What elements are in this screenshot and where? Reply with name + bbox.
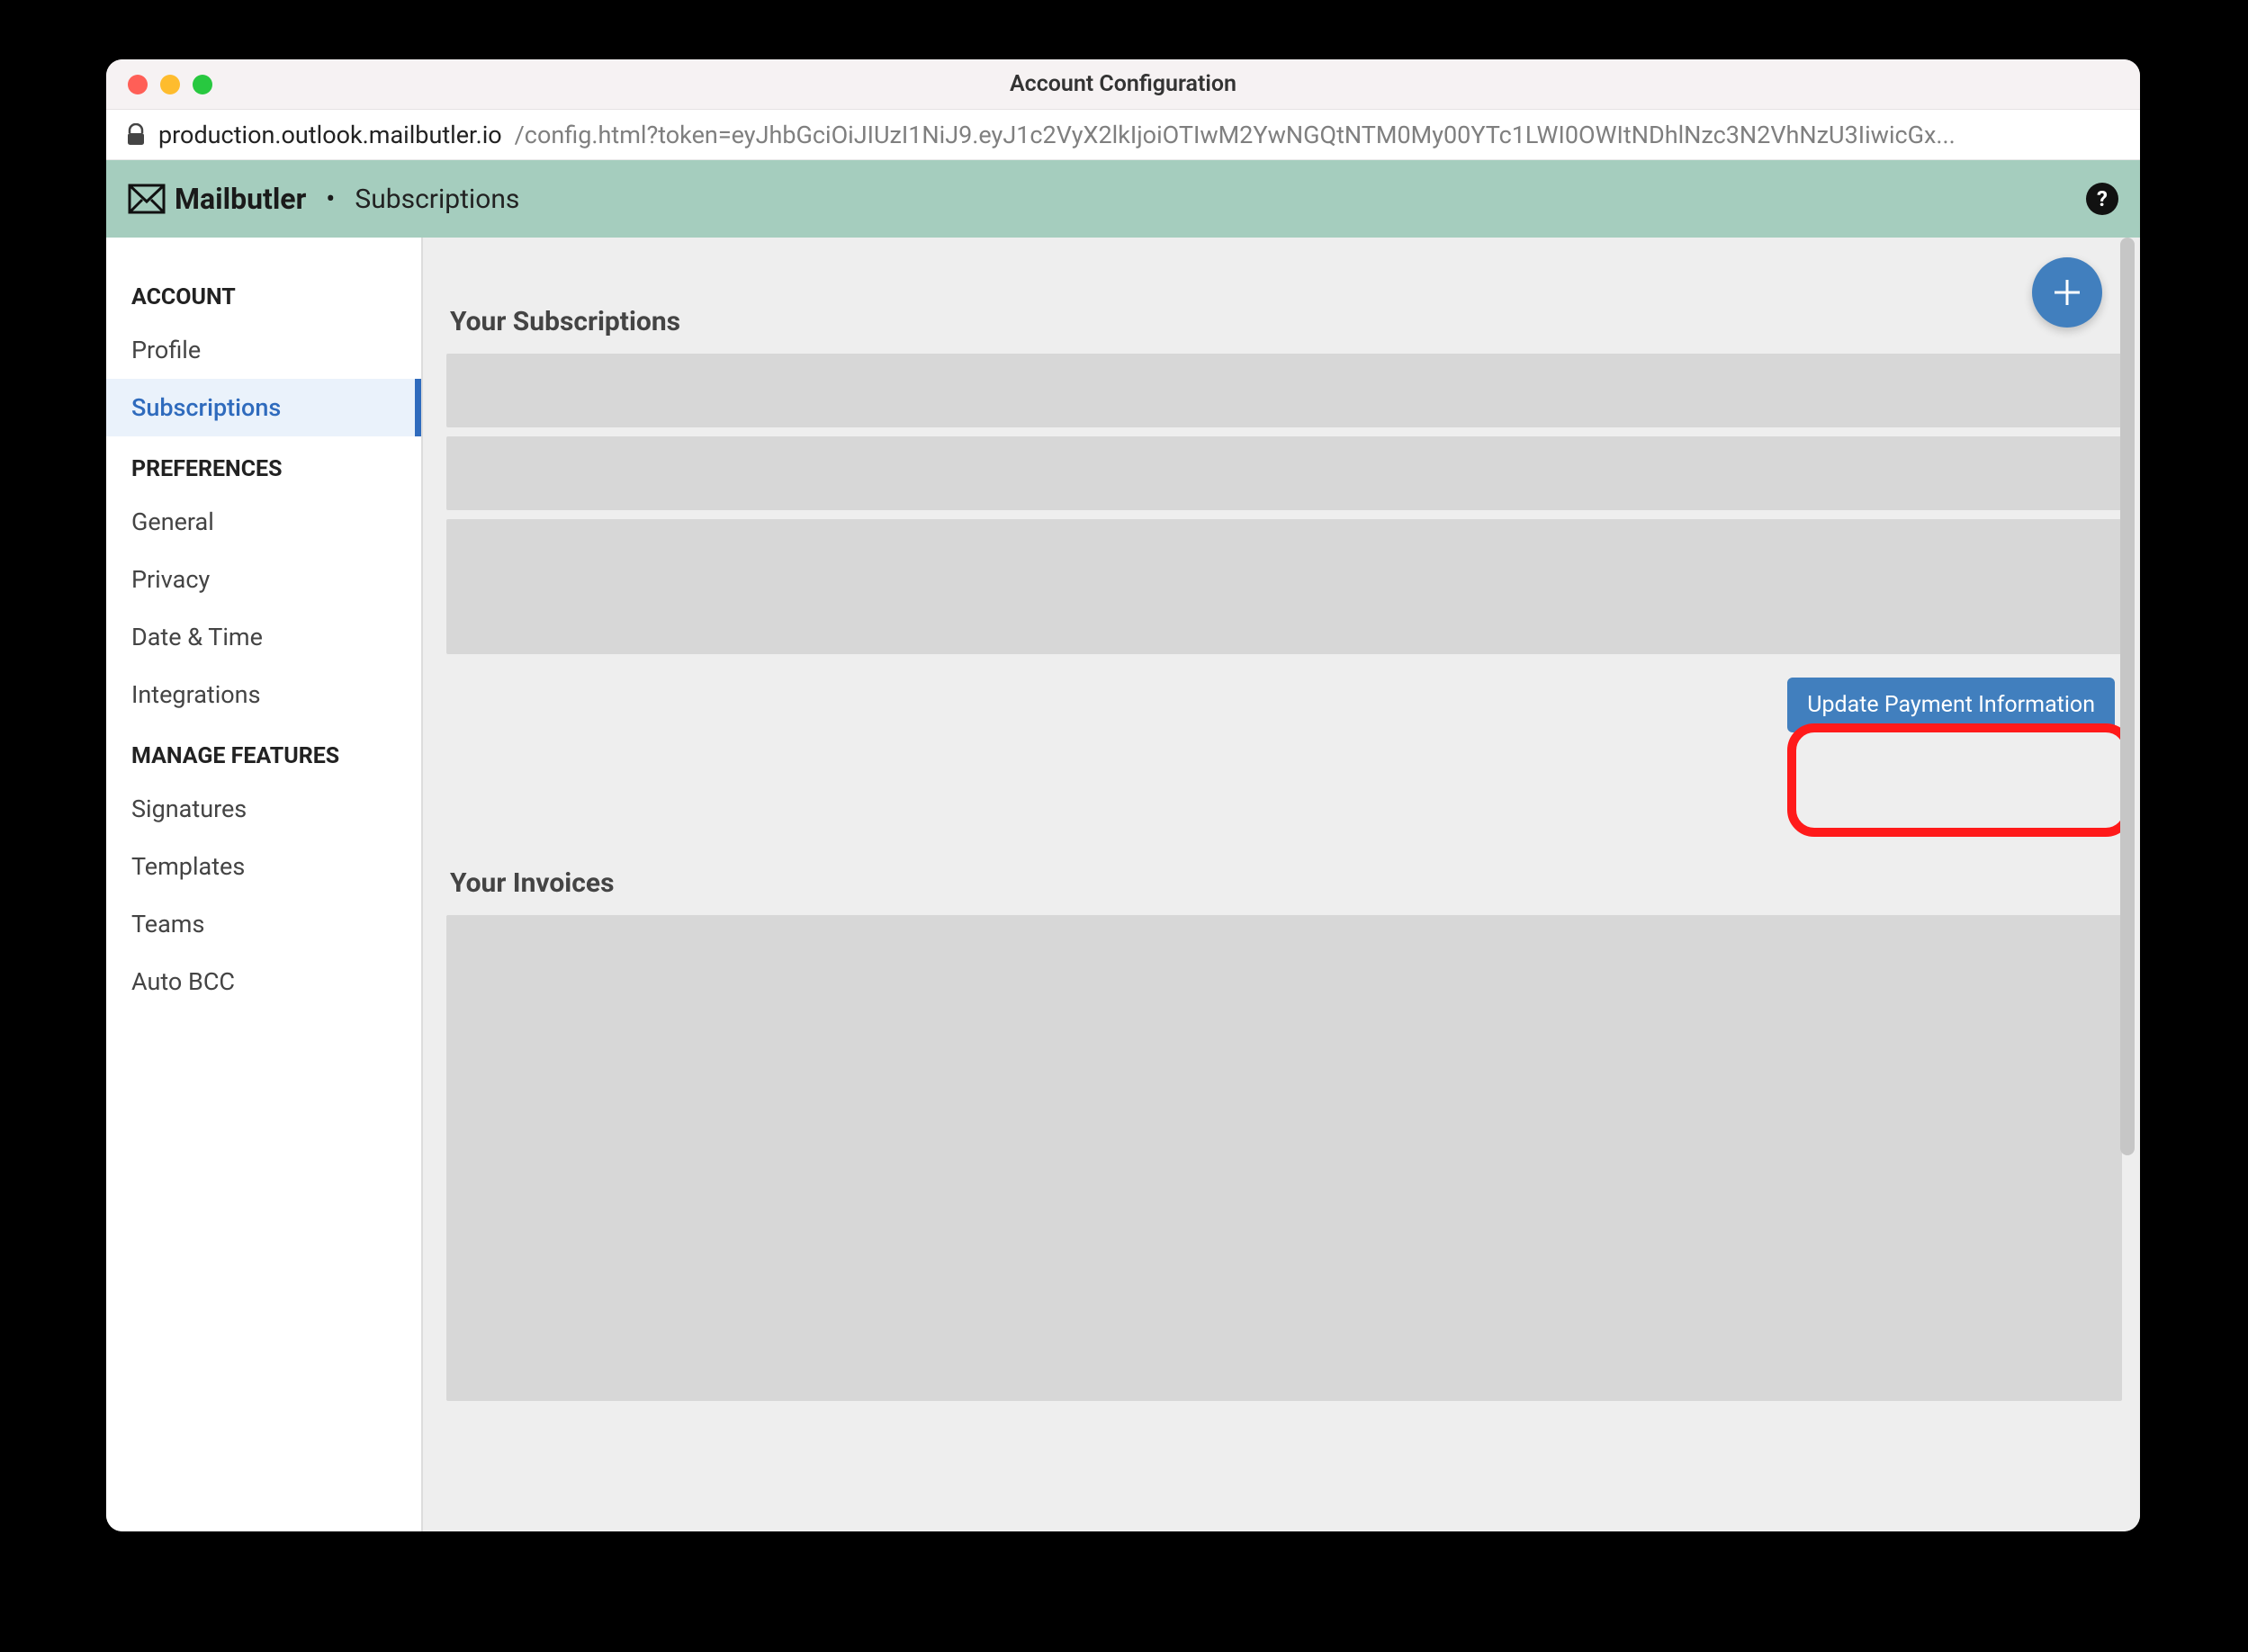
window-controls <box>106 75 212 94</box>
subscription-row-placeholder <box>446 436 2122 510</box>
url-host: production.outlook.mailbutler.io <box>158 121 502 149</box>
window-zoom-button[interactable] <box>193 75 212 94</box>
brand-bar: Mailbutler • Subscriptions ? <box>106 160 2140 238</box>
window-title: Account Configuration <box>106 71 2140 97</box>
sidebar-item-teams[interactable]: Teams <box>106 895 421 953</box>
sidebar-item-auto-bcc[interactable]: Auto BCC <box>106 953 421 1010</box>
help-icon[interactable]: ? <box>2086 183 2118 215</box>
nav-header-preferences: PREFERENCES <box>106 436 421 493</box>
url-path: /config.html?token=eyJhbGciOiJIUzI1NiJ9.… <box>515 121 1956 149</box>
app-window: Account Configuration production.outlook… <box>106 59 2140 1531</box>
mailbutler-logo-icon <box>128 184 166 214</box>
window-minimize-button[interactable] <box>160 75 180 94</box>
lock-icon <box>126 123 146 147</box>
window-titlebar: Account Configuration <box>106 59 2140 110</box>
sidebar-item-date-time[interactable]: Date & Time <box>106 608 421 666</box>
breadcrumb-separator: • <box>326 184 335 215</box>
main-panel: Your Subscriptions Update Payment Inform… <box>423 238 2140 1531</box>
subscription-row-placeholder <box>446 354 2122 427</box>
sidebar-item-signatures[interactable]: Signatures <box>106 780 421 838</box>
scrollbar-thumb[interactable] <box>2120 238 2135 1155</box>
sidebar-item-general[interactable]: General <box>106 493 421 551</box>
sidebar: ACCOUNT Profile Subscriptions PREFERENCE… <box>106 238 423 1531</box>
window-close-button[interactable] <box>128 75 148 94</box>
nav-header-account: ACCOUNT <box>106 265 421 321</box>
sidebar-item-integrations[interactable]: Integrations <box>106 666 421 723</box>
nav-header-manage-features: MANAGE FEATURES <box>106 723 421 780</box>
plus-icon <box>2051 276 2083 309</box>
brand-logo[interactable]: Mailbutler <box>128 182 306 216</box>
breadcrumb: Subscriptions <box>355 184 519 215</box>
sidebar-item-templates[interactable]: Templates <box>106 838 421 895</box>
sidebar-item-profile[interactable]: Profile <box>106 321 421 379</box>
subscriptions-heading: Your Subscriptions <box>450 306 2118 337</box>
sidebar-item-privacy[interactable]: Privacy <box>106 551 421 608</box>
address-bar[interactable]: production.outlook.mailbutler.io /config… <box>106 110 2140 160</box>
brand-name: Mailbutler <box>175 182 306 216</box>
invoices-placeholder <box>446 915 2122 1401</box>
update-payment-button[interactable]: Update Payment Information <box>1787 678 2115 732</box>
scrollbar-track[interactable] <box>2120 238 2135 1531</box>
add-subscription-button[interactable] <box>2032 257 2102 328</box>
invoices-heading: Your Invoices <box>450 867 2118 899</box>
subscription-row-placeholder <box>446 519 2122 654</box>
sidebar-item-subscriptions[interactable]: Subscriptions <box>106 379 421 436</box>
